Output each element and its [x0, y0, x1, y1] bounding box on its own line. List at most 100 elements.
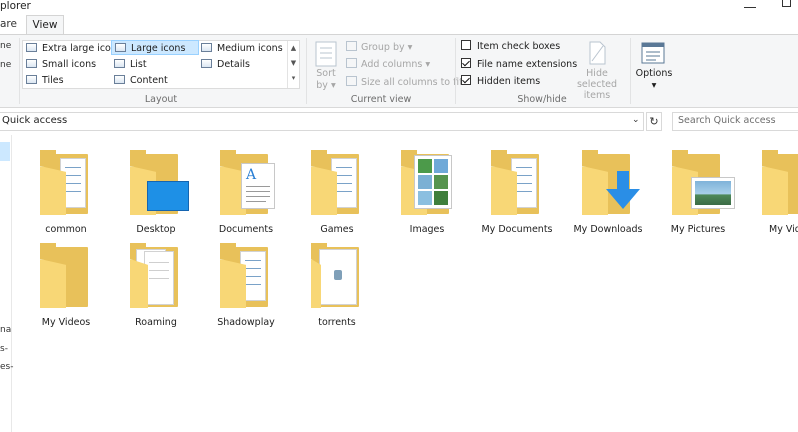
add-columns-button[interactable]: Add columns ▾ — [346, 58, 430, 70]
item-label: Images — [409, 224, 445, 235]
folder-icon — [130, 243, 180, 308]
folder-icon — [311, 243, 361, 308]
item-label: My Pictures — [670, 224, 726, 235]
item-label: common — [45, 224, 87, 235]
ribbon-separator — [306, 38, 307, 104]
folder-item-roaming[interactable]: Roaming — [111, 236, 201, 328]
options-icon — [641, 42, 665, 64]
hidden-items-checkbox[interactable] — [461, 75, 471, 85]
hidden-items-toggle[interactable]: Hidden items — [461, 73, 540, 90]
size-all-columns-button[interactable]: Size all columns to fit — [346, 76, 463, 88]
content-icon — [114, 75, 125, 84]
extra-large-icons-icon — [26, 43, 37, 52]
address-path: Quick access — [2, 115, 68, 126]
folder-item-torrents[interactable]: torrents — [292, 236, 382, 328]
item-label: My Vid — [769, 224, 798, 235]
add-columns-icon — [346, 58, 357, 68]
file-name-extensions-checkbox[interactable] — [461, 58, 471, 68]
image-thumbnails-icon — [414, 155, 452, 209]
tab-share[interactable]: are — [0, 18, 17, 30]
folder-item-common[interactable]: common — [21, 143, 111, 235]
layout-small-icons[interactable]: Small icons — [26, 57, 96, 72]
sort-by-icon — [313, 40, 339, 68]
folder-item-my-downloads[interactable]: My Downloads — [563, 143, 653, 235]
show-hide-group-label: Show/hide — [517, 94, 567, 105]
tiles-icon — [26, 75, 37, 84]
layout-medium-icons[interactable]: Medium icons — [201, 41, 283, 56]
group-by-icon — [346, 41, 357, 51]
item-label: Roaming — [135, 317, 177, 328]
window-title: plorer — [0, 0, 31, 12]
small-icons-icon — [26, 59, 37, 68]
folder-item-images[interactable]: Images — [382, 143, 472, 235]
folder-item-shadowplay[interactable]: Shadowplay — [201, 236, 291, 328]
download-arrow-icon — [604, 171, 642, 211]
item-check-boxes-toggle[interactable]: Item check boxes — [461, 38, 560, 55]
hide-selected-items-icon — [587, 41, 607, 65]
folder-icon — [40, 150, 90, 215]
item-check-boxes-checkbox[interactable] — [461, 40, 471, 50]
folder-item-documents[interactable]: A Documents — [201, 143, 291, 235]
title-bar — [0, 0, 798, 16]
group-by-button[interactable]: Group by ▾ — [346, 41, 412, 53]
nav-pane-button-partial[interactable]: ne — [0, 41, 11, 51]
options-button[interactable]: Options ▾ — [634, 68, 674, 92]
item-label: Documents — [218, 224, 274, 235]
layout-content[interactable]: Content — [114, 73, 168, 88]
item-label: Games — [320, 224, 354, 235]
folder-icon — [40, 243, 90, 308]
layout-large-icons[interactable]: Large icons — [111, 40, 199, 55]
preview-pane-button-partial[interactable]: ne — [0, 60, 11, 70]
list-icon — [114, 59, 125, 68]
folder-item-my-videos-partial[interactable]: My Vid — [743, 143, 798, 235]
folder-item-my-videos[interactable]: My Videos — [21, 236, 111, 328]
ribbon-separator — [455, 38, 456, 104]
layout-group-label: Layout — [144, 94, 178, 105]
nav-item-partial[interactable]: s- — [0, 344, 8, 354]
layout-list[interactable]: List — [114, 57, 147, 72]
navigation-pane — [0, 135, 12, 432]
layout-scroll[interactable]: ▲ ▼ ▾ — [287, 41, 299, 88]
size-columns-icon — [346, 76, 357, 86]
layout-extra-large-icons[interactable]: Extra large icons — [26, 41, 122, 56]
folder-item-desktop[interactable]: Desktop — [111, 143, 201, 235]
address-history-dropdown[interactable]: ⌄ — [632, 115, 640, 125]
medium-icons-icon — [201, 43, 212, 52]
folder-icon — [311, 150, 361, 215]
folder-item-games[interactable]: Games — [292, 143, 382, 235]
folder-item-my-documents[interactable]: My Documents — [472, 143, 562, 235]
item-label: My Documents — [481, 224, 553, 235]
document-icon: A — [241, 163, 275, 209]
address-bar[interactable] — [0, 112, 644, 131]
item-label: torrents — [318, 317, 356, 328]
current-view-group-label: Current view — [350, 94, 412, 105]
refresh-icon: ↻ — [649, 115, 659, 128]
details-icon — [201, 59, 212, 68]
folder-icon — [762, 150, 798, 215]
search-input[interactable]: Search Quick access — [678, 115, 776, 126]
item-label: Shadowplay — [217, 317, 275, 328]
item-label: My Videos — [41, 317, 91, 328]
sort-by-button[interactable]: Sort by ▾ — [312, 68, 340, 92]
folder-icon — [491, 150, 541, 215]
item-label: My Downloads — [573, 224, 643, 235]
nav-item-partial[interactable]: na — [0, 325, 11, 335]
minimize-button[interactable] — [744, 0, 756, 8]
landscape-picture-icon — [691, 177, 735, 209]
large-icons-icon — [115, 43, 126, 52]
nav-item-quick-access[interactable] — [0, 142, 10, 161]
ribbon-separator — [19, 38, 20, 104]
refresh-button[interactable]: ↻ — [646, 112, 662, 131]
tab-view[interactable]: View — [26, 15, 64, 35]
ribbon-separator — [630, 38, 631, 104]
layout-details[interactable]: Details — [201, 57, 250, 72]
nav-item-partial[interactable]: es- — [0, 362, 13, 372]
folder-icon — [220, 243, 270, 308]
maximize-button[interactable] — [782, 0, 791, 7]
item-label: Desktop — [136, 224, 176, 235]
layout-tiles[interactable]: Tiles — [26, 73, 64, 88]
folder-item-my-pictures[interactable]: My Pictures — [653, 143, 743, 235]
chevron-down-icon: ▾ — [651, 80, 657, 91]
file-name-extensions-toggle[interactable]: File name extensions — [461, 56, 577, 73]
desktop-icon — [147, 181, 189, 211]
